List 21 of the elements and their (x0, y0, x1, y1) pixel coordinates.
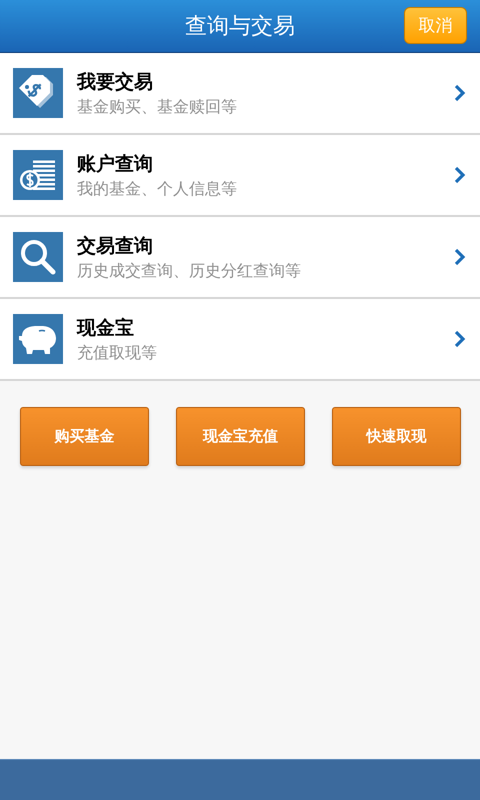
menu-item-title: 交易查询 (77, 234, 154, 258)
search-icon (13, 232, 63, 282)
menu-item[interactable]: 账户查询 我的基金、个人信息等 (0, 135, 480, 217)
page-title: 查询与交易 (185, 13, 295, 41)
menu-item-subtitle: 我的基金、个人信息等 (77, 178, 238, 200)
menu-item[interactable]: 现金宝 充值取现等 (0, 299, 480, 381)
menu-item-title: 我要交易 (77, 70, 154, 94)
menu-item-subtitle: 历史成交查询、历史分红查询等 (77, 260, 302, 282)
chevron-right-icon (454, 330, 466, 348)
menu-item-subtitle: 充值取现等 (77, 342, 158, 364)
menu-item-title: 现金宝 (77, 316, 135, 340)
coins-icon (13, 150, 63, 200)
menu-item-title: 账户查询 (77, 152, 154, 176)
tag-icon (13, 68, 63, 118)
chevron-right-icon (454, 84, 466, 102)
chevron-right-icon (454, 166, 466, 184)
piggy-bank-icon (13, 314, 63, 364)
chevron-right-icon (454, 248, 466, 266)
menu-item[interactable]: 交易查询 历史成交查询、历史分红查询等 (0, 217, 480, 299)
menu-item[interactable]: 我要交易 基金购买、基金赎回等 (0, 53, 480, 135)
menu-item-subtitle: 基金购买、基金赎回等 (77, 96, 238, 118)
